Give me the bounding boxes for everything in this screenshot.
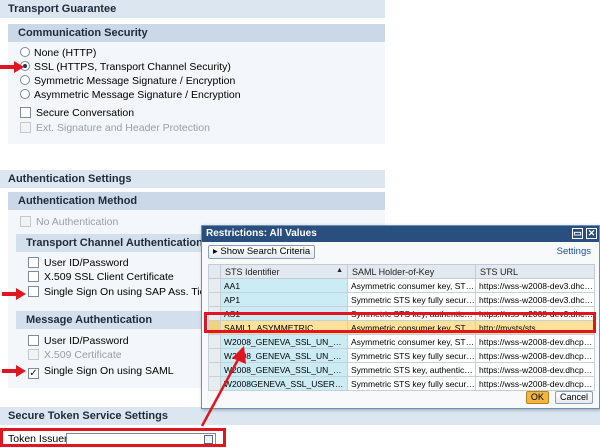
radio-icon[interactable]: [20, 75, 30, 85]
close-icon[interactable]: ✕: [586, 228, 597, 239]
cell-saml-holder-of-key[interactable]: Symmetric STS key fully secures m...: [347, 348, 476, 363]
checkbox-icon[interactable]: [28, 335, 39, 346]
ok-button[interactable]: OK: [525, 391, 549, 404]
checkbox-msg-userid[interactable]: User ID/Password: [28, 334, 129, 348]
cell-sts-url[interactable]: https://wss-w2008-dev.dhcp.wdf.s...: [475, 376, 595, 391]
communication-security-header: Communication Security: [8, 24, 385, 42]
cell-sts-identifier[interactable]: AP1: [220, 292, 348, 307]
sort-asc-icon: ▲: [336, 266, 343, 274]
table-header-row: STS Identifier ▲ SAML Holder-of-Key STS U…: [208, 264, 595, 279]
sts-settings-header: Secure Token Service Settings: [0, 407, 600, 425]
cell-saml-holder-of-key[interactable]: Symmetric STS key, authentication o...: [347, 362, 476, 377]
red-pointer-arrow-icon: [200, 346, 246, 427]
settings-link[interactable]: Settings: [557, 246, 591, 257]
dialog-footer: OK Cancel: [523, 391, 593, 404]
table-row[interactable]: W2008GENEVA_SSL_USERNAME Symmetric STS ke…: [208, 376, 595, 391]
dialog-toolbar: ▸ Show Search Criteria Settings: [202, 242, 599, 262]
checkbox-disabled-icon: [20, 122, 31, 133]
dialog-title-bar: Restrictions: All Values ▭ ✕: [202, 226, 599, 242]
checkbox-secure-conversation[interactable]: Secure Conversation: [20, 106, 134, 120]
radio-symmetric[interactable]: Symmetric Message Signature / Encryption: [20, 74, 235, 88]
radio-icon[interactable]: [20, 89, 30, 99]
checkbox-msg-x509: X.509 Certificate: [28, 348, 122, 362]
table-row[interactable]: W2008_GENEVA_SSL_UN_SYMM Symmetric STS ke…: [208, 348, 595, 363]
column-header-saml[interactable]: SAML Holder-of-Key: [347, 264, 476, 279]
transport-guarantee-header: Transport Guarantee: [0, 0, 385, 18]
column-header-sts-url[interactable]: STS URL: [475, 264, 595, 279]
checkbox-tc-x509[interactable]: X.509 SSL Client Certificate: [28, 270, 174, 284]
authentication-settings-header: Authentication Settings: [0, 170, 385, 188]
checkmark-icon[interactable]: ✓: [28, 368, 39, 379]
checkbox-icon[interactable]: [20, 107, 31, 118]
show-search-criteria-button[interactable]: ▸ Show Search Criteria: [208, 245, 316, 259]
table-row[interactable]: W2008_GENEVA_SSL_UN_SYMM_...Symmetric ST…: [208, 362, 595, 377]
cell-saml-holder-of-key[interactable]: Asymmetric consumer key, STS as ...: [347, 334, 476, 349]
table-row[interactable]: AA1Asymmetric consumer key, STS as ...ht…: [208, 278, 595, 293]
checkbox-tc-userid[interactable]: User ID/Password: [28, 256, 129, 270]
checkbox-no-authentication: No Authentication: [20, 215, 118, 229]
checkbox-ext-signature: Ext. Signature and Header Protection: [20, 121, 210, 135]
row-selector-cell[interactable]: [208, 278, 221, 293]
row-selector-cell[interactable]: [208, 292, 221, 307]
red-arrow-icon: [2, 288, 26, 300]
cell-sts-identifier[interactable]: AA1: [220, 278, 348, 293]
selected-row-highlight-box: [204, 312, 596, 333]
radio-ssl[interactable]: SSL (HTTPS, Transport Channel Security): [20, 60, 231, 74]
column-header-sts-identifier[interactable]: STS Identifier ▲: [220, 264, 348, 279]
cell-saml-holder-of-key[interactable]: Symmetric STS key fully secures m...: [347, 292, 476, 307]
cell-saml-holder-of-key[interactable]: Symmetric STS key fully secures m...: [347, 376, 476, 391]
checkbox-icon[interactable]: [28, 286, 39, 297]
red-arrow-icon: [2, 365, 26, 377]
checkbox-icon[interactable]: [28, 271, 39, 282]
checkbox-icon[interactable]: [28, 257, 39, 268]
checkbox-msg-sso-saml[interactable]: ✓ Single Sign On using SAML: [28, 364, 174, 379]
checkbox-disabled-icon: [20, 216, 31, 227]
radio-none-http[interactable]: None (HTTP): [20, 46, 96, 60]
cell-sts-url[interactable]: https://wss-w2008-dev3.dhcp.wdf....: [475, 278, 595, 293]
cancel-button[interactable]: Cancel: [554, 391, 593, 404]
table-row[interactable]: W2008_GENEVA_SSL_UN_ASYMMAsymmetric cons…: [208, 334, 595, 349]
select-all-cell[interactable]: [208, 264, 221, 279]
radio-icon[interactable]: [20, 47, 30, 57]
table-row[interactable]: AP1Symmetric STS key fully secures m...h…: [208, 292, 595, 307]
checkbox-tc-sso-ticket[interactable]: Single Sign On using SAP Ass. Ticket: [28, 285, 219, 299]
cell-saml-holder-of-key[interactable]: Asymmetric consumer key, STS as ...: [347, 278, 476, 293]
minimize-icon[interactable]: ▭: [572, 228, 583, 239]
radio-asymmetric[interactable]: Asymmetric Message Signature / Encryptio…: [20, 88, 241, 102]
cell-sts-url[interactable]: https://wss-w2008-dev3.dhcp.wdf....: [475, 292, 595, 307]
authentication-method-header: Authentication Method: [8, 192, 385, 210]
token-issuer-highlight-box: [0, 428, 226, 447]
checkbox-disabled-icon: [28, 349, 39, 360]
red-arrow-icon: [0, 61, 24, 73]
cell-sts-url[interactable]: https://wss-w2008-dev.dhcp.wdf.s...: [475, 348, 595, 363]
cell-sts-url[interactable]: https://wss-w2008-dev.dhcp.wdf.s...: [475, 362, 595, 377]
cell-sts-url[interactable]: https://wss-w2008-dev.dhcp.wdf.s...: [475, 334, 595, 349]
